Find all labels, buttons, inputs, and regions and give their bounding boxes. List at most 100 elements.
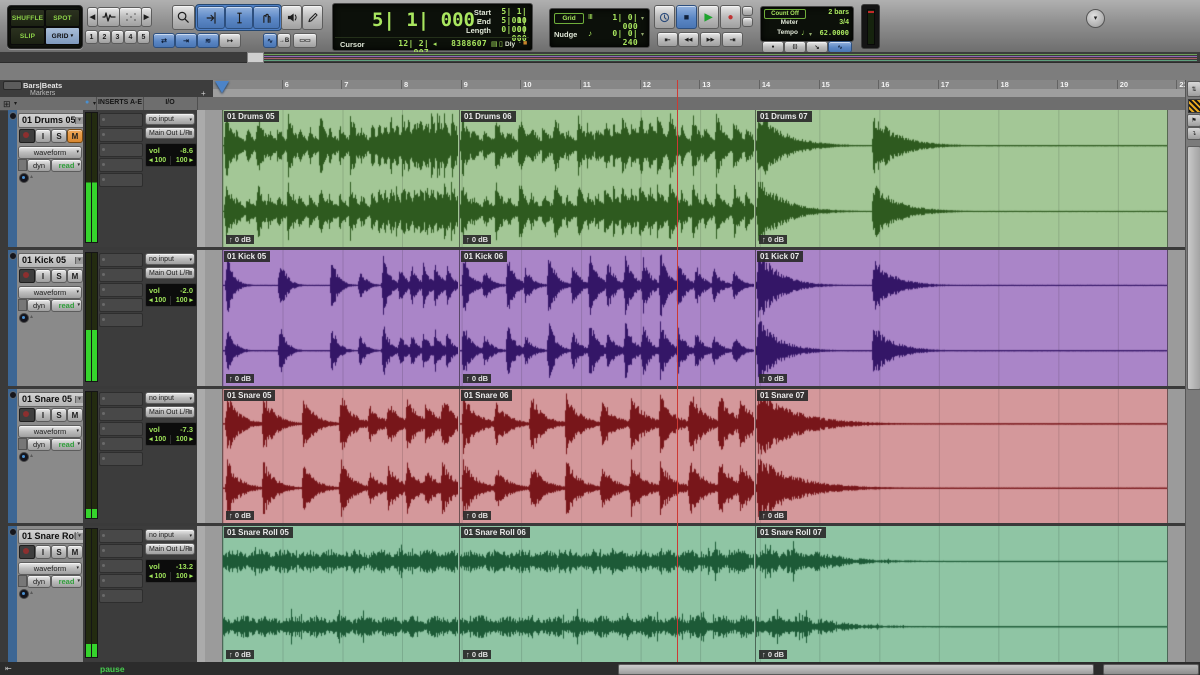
clip-gain-badge[interactable]: ↑ 0 dB	[226, 235, 254, 244]
mute-button[interactable]: M	[67, 269, 83, 283]
io-output-selector[interactable]: Main Out L/R	[145, 406, 195, 418]
io-input-selector[interactable]: no input▾	[145, 392, 195, 404]
track-group-indicator[interactable]	[9, 252, 17, 260]
audio-clip[interactable]: 01 Snare Roll 05↑ 0 dB	[222, 526, 459, 662]
clip-gain-badge[interactable]: ↑ 0 dB	[759, 374, 787, 383]
track-view-selector[interactable]: waveform▾	[18, 286, 82, 299]
track-view-selector[interactable]: waveform▾	[18, 146, 82, 159]
clip-gain-badge[interactable]: ↑ 0 dB	[226, 374, 254, 383]
track-name-caret[interactable]: ▾	[75, 117, 83, 124]
track-group-indicator[interactable]	[9, 112, 17, 120]
insert-slot[interactable]	[99, 313, 143, 327]
track-name-box[interactable]: 01 Drums 05▾	[18, 113, 85, 128]
volume-label[interactable]: vol	[149, 425, 160, 434]
solo-button[interactable]: S	[51, 269, 67, 283]
io-input-selector[interactable]: no input▾	[145, 529, 195, 541]
pan-left-value[interactable]: ◂ 100	[149, 156, 166, 164]
track-name-box[interactable]: 01 Snare 05▾	[18, 392, 85, 407]
pan-right-value[interactable]: 100 ▸	[176, 156, 193, 164]
audio-clip[interactable]: 01 Drums 07↑ 0 dB	[755, 110, 1168, 247]
pan-right-value[interactable]: 100 ▸	[176, 435, 193, 443]
io-output-selector[interactable]: Main Out L/R	[145, 267, 195, 279]
volume-value[interactable]: -13.2	[176, 562, 193, 571]
audio-clip[interactable]: 01 Drums 06↑ 0 dB	[459, 110, 755, 247]
audio-clip[interactable]: 01 Kick 07↑ 0 dB	[755, 250, 1168, 386]
insert-slot[interactable]	[99, 529, 143, 543]
clip-gain-badge[interactable]: ↑ 0 dB	[759, 650, 787, 659]
horizontal-scrollbar-thumb[interactable]	[618, 664, 1094, 675]
solo-button[interactable]: S	[51, 545, 67, 559]
dyn-button[interactable]: dyn	[27, 575, 51, 588]
audio-clip[interactable]: 01 Snare 06↑ 0 dB	[459, 389, 755, 523]
elastic-audio-button[interactable]	[19, 173, 29, 183]
elastic-audio-button[interactable]	[19, 313, 29, 323]
pan-left-value[interactable]: ◂ 100	[149, 435, 166, 443]
clip-gain-badge[interactable]: ↑ 0 dB	[226, 650, 254, 659]
automation-safe-button[interactable]	[18, 575, 27, 587]
solo-button[interactable]: S	[51, 408, 67, 422]
ruler-expand-icon[interactable]: ⇅	[1187, 81, 1200, 97]
insert-slot[interactable]	[99, 283, 143, 297]
return-icon[interactable]: ↴	[1187, 127, 1200, 140]
track-name-caret[interactable]: ▾	[75, 396, 83, 403]
insert-slot[interactable]	[99, 574, 143, 588]
insert-slot[interactable]	[99, 298, 143, 312]
input-monitor-button[interactable]: I	[35, 408, 51, 422]
insert-slot[interactable]	[99, 128, 143, 142]
track-lane[interactable]: 01 Drums 05↑ 0 dB01 Drums 06↑ 0 dB01 Dru…	[205, 110, 1185, 247]
flag-icon[interactable]: ⚑	[1187, 114, 1200, 127]
dyn-button[interactable]: dyn	[27, 299, 51, 312]
pan-left-value[interactable]: ◂ 100	[149, 296, 166, 304]
track-group-indicator[interactable]	[9, 391, 17, 399]
volume-value[interactable]: -7.3	[180, 425, 193, 434]
dyn-button[interactable]: dyn	[27, 159, 51, 172]
insert-slot[interactable]	[99, 268, 143, 282]
audio-clip[interactable]: 01 Kick 05↑ 0 dB	[222, 250, 459, 386]
elastic-audio-button[interactable]	[19, 589, 29, 599]
automation-safe-button[interactable]	[18, 438, 27, 450]
automation-mode-selector[interactable]: read▾	[51, 159, 82, 172]
insert-slot[interactable]	[99, 173, 143, 187]
track-lane[interactable]: 01 Snare Roll 05↑ 0 dB01 Snare Roll 06↑ …	[205, 526, 1185, 662]
record-enable-button[interactable]	[19, 408, 35, 422]
automation-mode-selector[interactable]: read▾	[51, 299, 82, 312]
audio-clip[interactable]: 01 Snare 07↑ 0 dB	[755, 389, 1168, 523]
clip-gain-badge[interactable]: ↑ 0 dB	[463, 235, 491, 244]
volume-label[interactable]: vol	[149, 562, 160, 571]
insert-slot[interactable]	[99, 158, 143, 172]
track-name-caret[interactable]: ▾	[75, 533, 83, 540]
mute-button[interactable]: M	[67, 129, 83, 143]
audio-clip[interactable]: 01 Snare Roll 06↑ 0 dB	[459, 526, 755, 662]
clip-gain-badge[interactable]: ↑ 0 dB	[463, 650, 491, 659]
track-lane[interactable]: 01 Snare 05↑ 0 dB01 Snare 06↑ 0 dB01 Sna…	[205, 389, 1185, 523]
audio-clip[interactable]: 01 Snare 05↑ 0 dB	[222, 389, 459, 523]
clip-gain-badge[interactable]: ↑ 0 dB	[226, 511, 254, 520]
pan-right-value[interactable]: 100 ▸	[176, 572, 193, 580]
track-lane[interactable]: 01 Kick 05↑ 0 dB01 Kick 06↑ 0 dB01 Kick …	[205, 250, 1185, 386]
track-view-selector[interactable]: waveform▾	[18, 562, 82, 575]
vertical-scrollbar-thumb[interactable]	[1187, 146, 1200, 390]
insert-slot[interactable]	[99, 113, 143, 127]
io-input-selector[interactable]: no input▾	[145, 253, 195, 265]
automation-mode-selector[interactable]: read▾	[51, 575, 82, 588]
dyn-button[interactable]: dyn	[27, 438, 51, 451]
record-enable-button[interactable]	[19, 129, 35, 143]
insert-slot[interactable]	[99, 253, 143, 267]
insert-slot[interactable]	[99, 544, 143, 558]
input-monitor-button[interactable]: I	[35, 129, 51, 143]
io-output-selector[interactable]: Main Out L/R	[145, 543, 195, 555]
playhead-marker[interactable]	[215, 81, 229, 93]
track-view-selector[interactable]: waveform▾	[18, 425, 82, 438]
record-enable-button[interactable]	[19, 545, 35, 559]
input-monitor-button[interactable]: I	[35, 545, 51, 559]
automation-mode-selector[interactable]: read▾	[51, 438, 82, 451]
volume-value[interactable]: -8.6	[180, 146, 193, 155]
secondary-scrollbar-thumb[interactable]	[1103, 664, 1199, 675]
grid-color-icon[interactable]	[1188, 99, 1200, 113]
track-name-box[interactable]: 01 Snare Roll 05▾	[18, 529, 85, 544]
mute-button[interactable]: M	[67, 408, 83, 422]
return-to-start-icon[interactable]: ⇤	[5, 664, 12, 673]
insert-slot[interactable]	[99, 559, 143, 573]
clip-gain-badge[interactable]: ↑ 0 dB	[463, 374, 491, 383]
insert-slot[interactable]	[99, 589, 143, 603]
